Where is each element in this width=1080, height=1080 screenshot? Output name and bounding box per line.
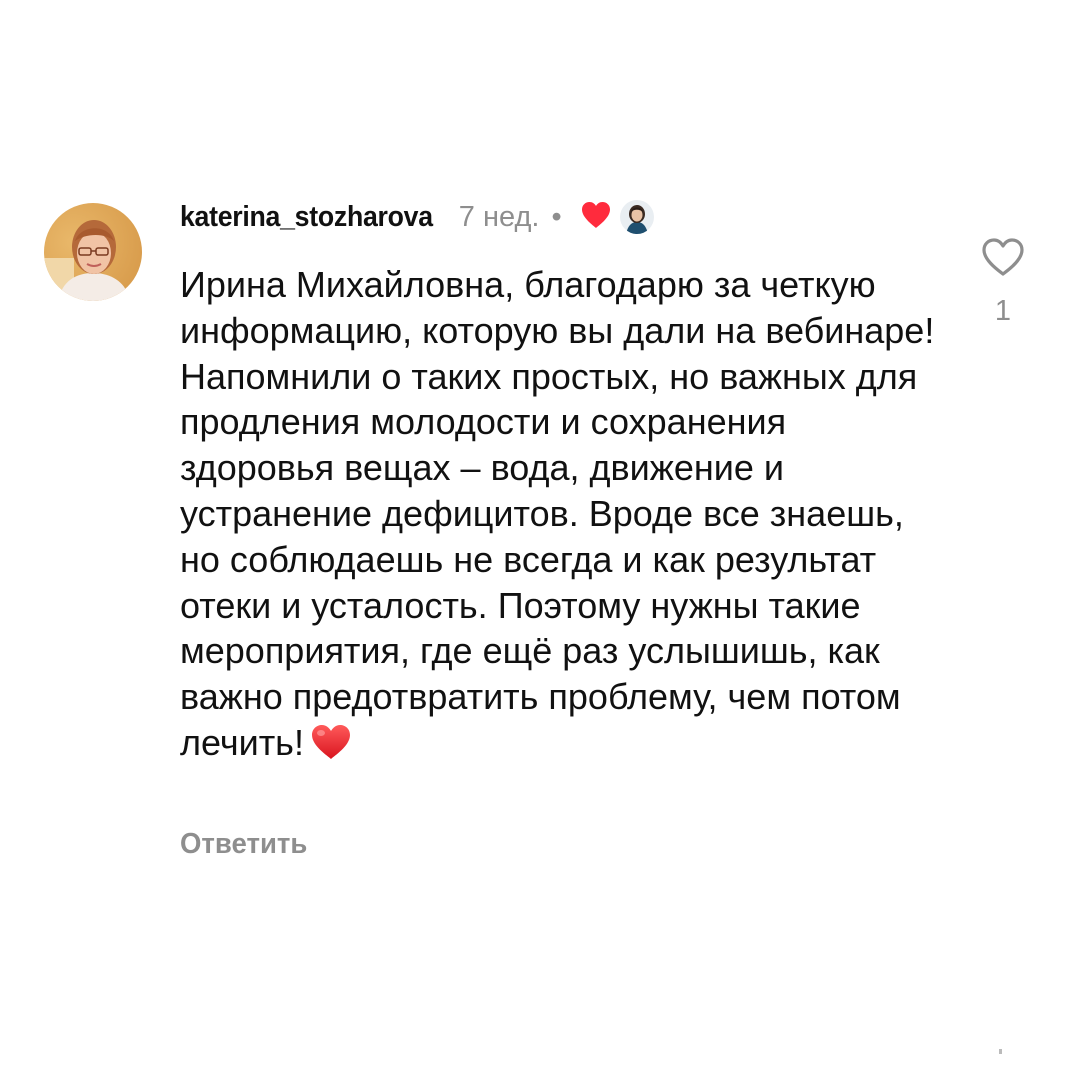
comment-meta: katerina_stozharova 7 нед. •: [180, 196, 654, 238]
commenter-avatar[interactable]: [44, 203, 142, 301]
like-count: 1: [994, 295, 1012, 327]
username[interactable]: katerina_stozharova: [180, 201, 433, 234]
heart-outline-icon[interactable]: [980, 238, 1026, 282]
like-control: 1: [978, 236, 1028, 328]
comment-timestamp: 7 нед.: [458, 200, 540, 233]
meta-separator: •: [551, 200, 562, 233]
heart-filled-icon: [580, 200, 612, 235]
red-heart-emoji: [310, 723, 352, 772]
corner-mark: [999, 1049, 1002, 1054]
reply-button[interactable]: Ответить: [180, 828, 307, 861]
comment-text: Ирина Михайловна, благодарю за четкую ин…: [180, 262, 940, 772]
comment-item: katerina_stozharova 7 нед. • Ирина Михай…: [0, 0, 1080, 1080]
author-avatar: [619, 200, 654, 234]
comment-body: Ирина Михайловна, благодарю за четкую ин…: [180, 264, 935, 763]
liked-by-author-indicator: [580, 200, 654, 235]
